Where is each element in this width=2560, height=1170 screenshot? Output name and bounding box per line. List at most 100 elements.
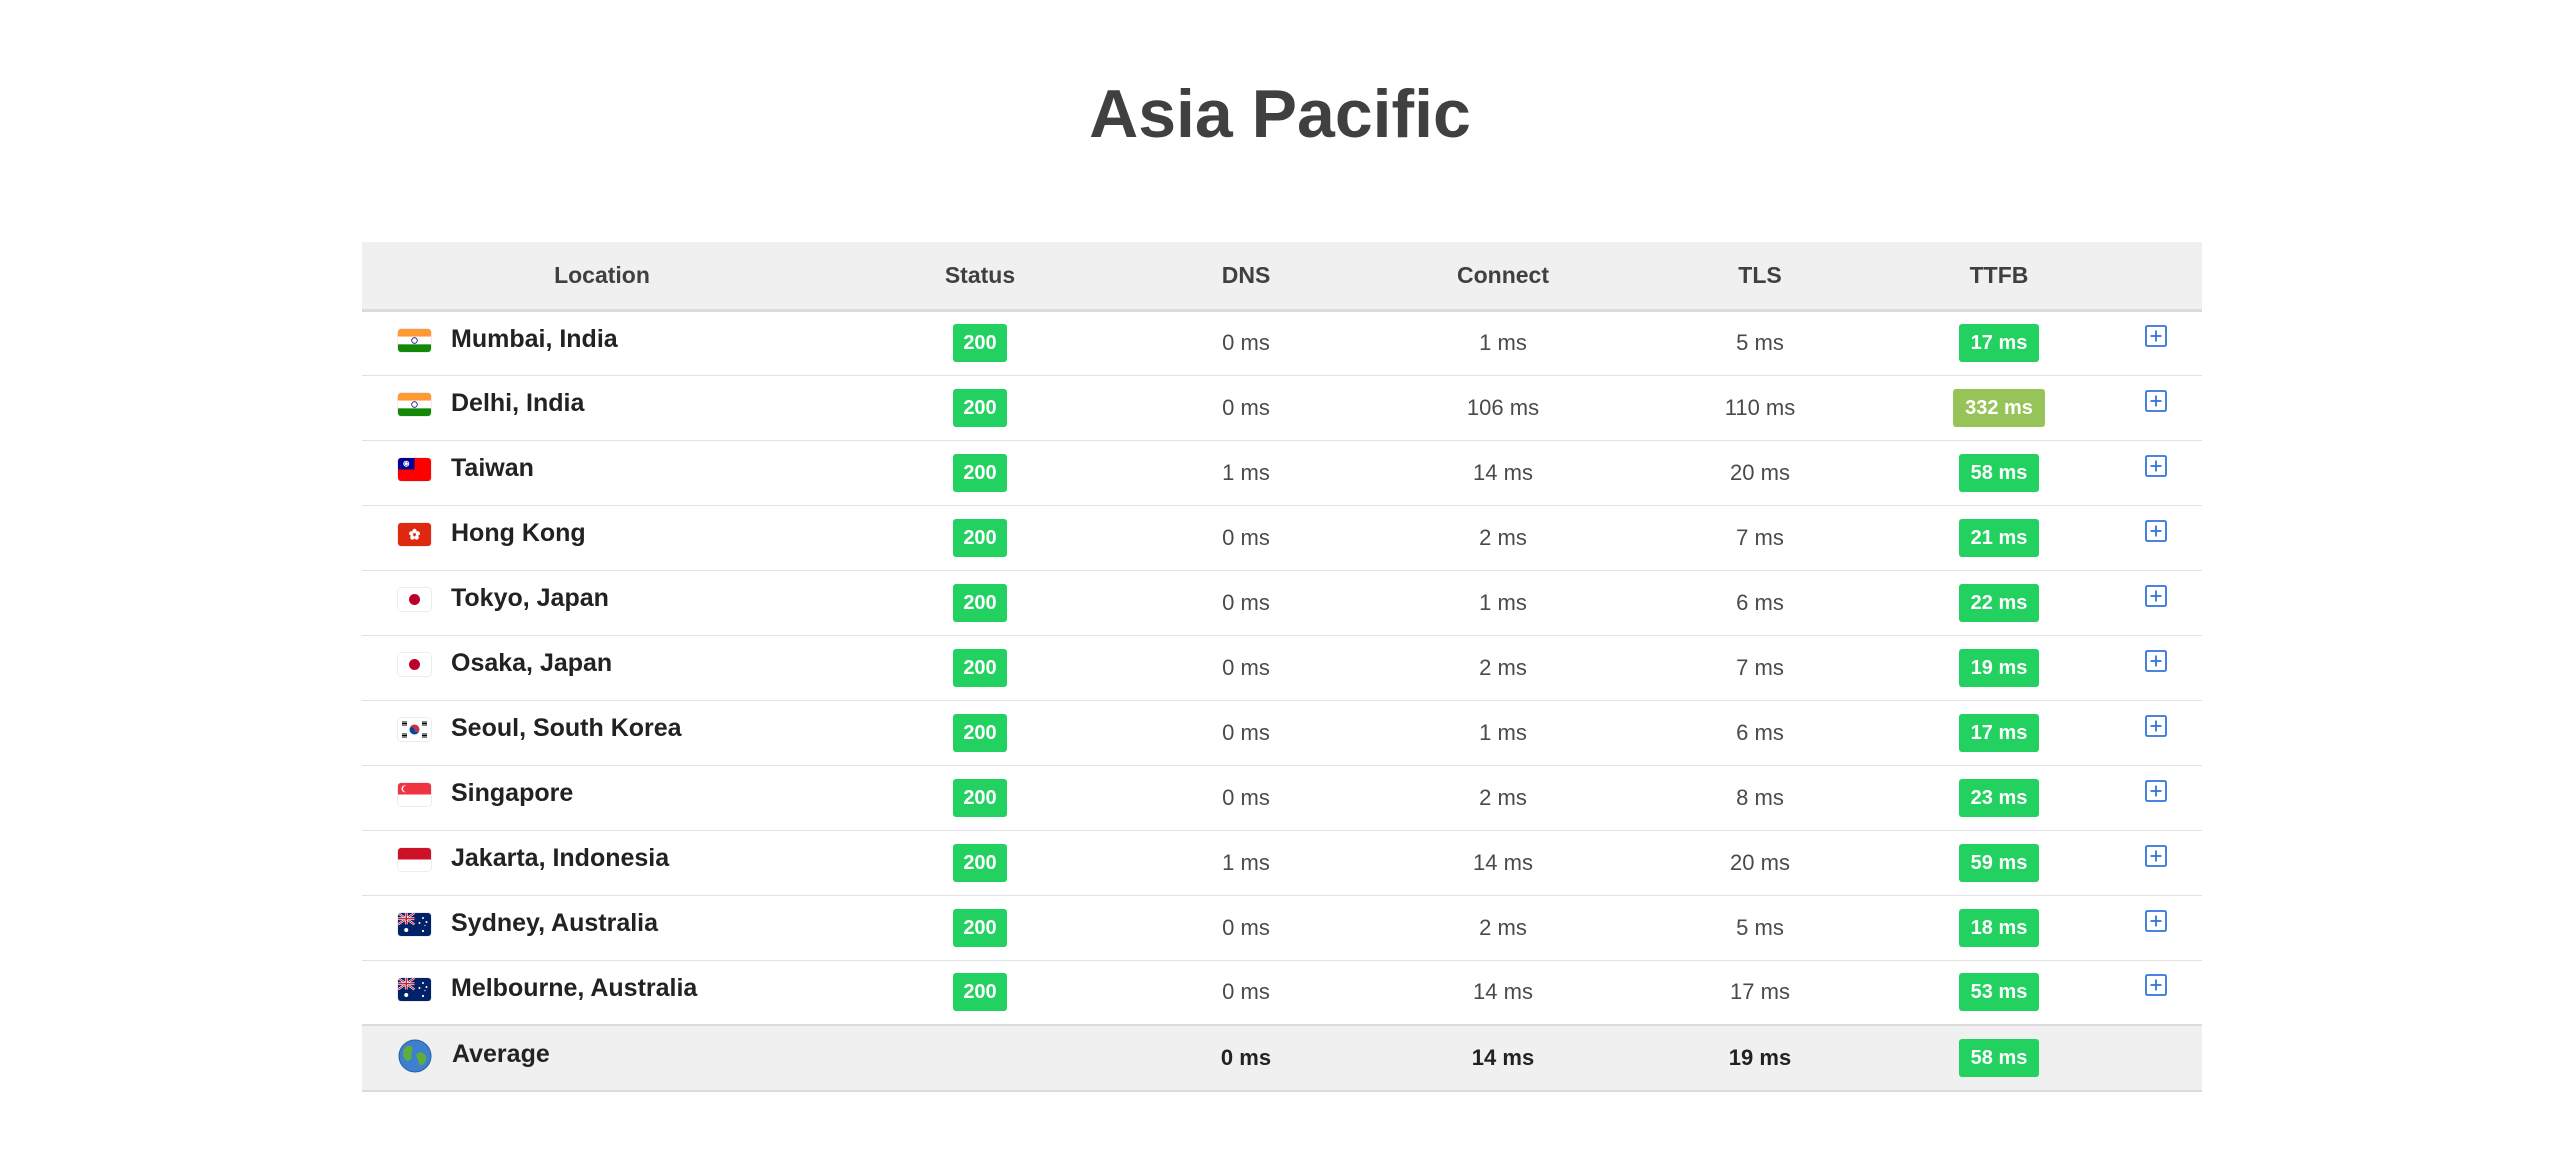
table-row: Mumbai, India 200 0 ms 1 ms 5 ms 17 ms [362, 310, 2202, 376]
expand-plus-icon[interactable] [2145, 909, 2167, 932]
average-tls: 19 ms [1632, 1024, 1888, 1092]
location-column-header: Location [362, 242, 842, 312]
expand-plus-icon[interactable] [2145, 454, 2167, 477]
status-column-header: Status [842, 242, 1118, 312]
status-badge: 200 [953, 388, 1007, 427]
tls-value: 110 ms [1632, 375, 1888, 441]
tls-value: 5 ms [1632, 895, 1888, 961]
connect-value: 106 ms [1374, 375, 1632, 441]
ttfb-cell: 22 ms [1888, 570, 2110, 636]
results-table: Location Status DNS Connect TLS TTFB Mum… [362, 242, 2202, 1092]
table-row: Tokyo, Japan 200 0 ms 1 ms 6 ms 22 ms [362, 570, 2202, 636]
dns-column-header: DNS [1118, 242, 1374, 312]
expand-cell [2110, 505, 2202, 571]
expand-plus-icon[interactable] [2145, 584, 2167, 607]
table-row: Osaka, Japan 200 0 ms 2 ms 7 ms 19 ms [362, 635, 2202, 701]
dns-value: 0 ms [1118, 375, 1374, 441]
average-ttfb-badge: 58 ms [1958, 1039, 2040, 1077]
table-row: Jakarta, Indonesia 200 1 ms 14 ms 20 ms 59 ms [362, 830, 2202, 896]
average-ttfb-cell: 58 ms [1888, 1024, 2110, 1092]
ttfb-badge: 17 ms [1958, 713, 2040, 752]
expand-plus-icon[interactable] [2145, 844, 2167, 867]
table-body: Mumbai, India 200 0 ms 1 ms 5 ms 17 ms Delhi, … [362, 310, 2202, 1026]
ttfb-badge: 22 ms [1958, 583, 2040, 622]
status-cell: 200 [842, 635, 1118, 701]
hong-kong-flag-icon [398, 523, 431, 546]
expand-cell [2110, 375, 2202, 441]
location-name: Tokyo, Japan [451, 584, 609, 612]
connect-value: 14 ms [1374, 440, 1632, 506]
table-row: Singapore 200 0 ms 2 ms 8 ms 23 ms [362, 765, 2202, 831]
tls-value: 20 ms [1632, 830, 1888, 896]
average-location-cell: Average [362, 1024, 842, 1092]
ttfb-cell: 17 ms [1888, 310, 2110, 376]
status-cell: 200 [842, 700, 1118, 766]
table-row: Taiwan 200 1 ms 14 ms 20 ms 58 ms [362, 440, 2202, 506]
ttfb-cell: 17 ms [1888, 700, 2110, 766]
tls-value: 7 ms [1632, 505, 1888, 571]
ttfb-badge: 23 ms [1958, 778, 2040, 817]
location-name: Melbourne, Australia [451, 973, 698, 1002]
expand-cell [2110, 440, 2202, 506]
expand-cell [2110, 830, 2202, 896]
location-name: Sydney, Australia [451, 909, 659, 937]
location-name: Seoul, South Korea [451, 714, 682, 742]
dns-value: 0 ms [1118, 310, 1374, 376]
australia-flag-icon [398, 913, 431, 936]
expand-plus-icon[interactable] [2145, 779, 2167, 802]
location-cell: Jakarta, Indonesia [362, 830, 842, 896]
expand-plus-icon[interactable] [2145, 649, 2167, 672]
india-flag-icon [398, 328, 431, 352]
dns-value: 1 ms [1118, 830, 1374, 896]
status-badge: 200 [953, 713, 1007, 752]
location-name: Singapore [451, 779, 574, 807]
expand-plus-icon[interactable] [2145, 519, 2167, 542]
page-title: Asia Pacific [1089, 76, 1471, 152]
table-row: Seoul, South Korea 200 0 ms 1 ms 6 ms 17 ms [362, 700, 2202, 766]
status-badge: 200 [953, 908, 1007, 947]
average-dns: 0 ms [1118, 1024, 1374, 1092]
status-cell: 200 [842, 765, 1118, 831]
dns-value: 0 ms [1118, 635, 1374, 701]
expand-plus-icon[interactable] [2145, 325, 2167, 347]
status-cell: 200 [842, 895, 1118, 961]
ttfb-cell: 53 ms [1888, 960, 2110, 1026]
dns-value: 0 ms [1118, 960, 1374, 1026]
india-flag-icon [398, 393, 431, 416]
status-cell: 200 [842, 960, 1118, 1026]
location-cell: Singapore [362, 765, 842, 831]
expand-plus-icon[interactable] [2145, 974, 2167, 997]
average-status-cell [842, 1024, 1118, 1092]
connect-value: 2 ms [1374, 765, 1632, 831]
taiwan-flag-icon [398, 458, 431, 481]
status-badge: 200 [953, 778, 1007, 817]
location-cell: Osaka, Japan [362, 635, 842, 701]
ttfb-badge: 53 ms [1958, 973, 2040, 1012]
expand-plus-icon[interactable] [2145, 714, 2167, 737]
connect-value: 2 ms [1374, 635, 1632, 701]
location-name: Delhi, India [451, 389, 585, 417]
location-name: Taiwan [451, 454, 534, 482]
connect-column-header: Connect [1374, 242, 1632, 312]
dns-value: 0 ms [1118, 570, 1374, 636]
location-cell: Seoul, South Korea [362, 700, 842, 766]
expand-cell [2110, 960, 2202, 1026]
location-cell: Mumbai, India [362, 310, 842, 376]
tls-value: 17 ms [1632, 960, 1888, 1026]
ttfb-cell: 19 ms [1888, 635, 2110, 701]
connect-value: 14 ms [1374, 830, 1632, 896]
ttfb-badge: 21 ms [1958, 518, 2040, 557]
south-korea-flag-icon [398, 718, 431, 741]
ttfb-badge: 59 ms [1958, 843, 2040, 882]
expand-cell [2110, 765, 2202, 831]
table-row: Sydney, Australia 200 0 ms 2 ms 5 ms 18 ms [362, 895, 2202, 961]
ttfb-column-header: TTFB [1888, 242, 2110, 312]
dns-value: 1 ms [1118, 440, 1374, 506]
status-badge: 200 [953, 973, 1007, 1012]
ttfb-cell: 58 ms [1888, 440, 2110, 506]
ttfb-cell: 59 ms [1888, 830, 2110, 896]
tls-value: 6 ms [1632, 700, 1888, 766]
expand-plus-icon[interactable] [2145, 389, 2167, 412]
dns-value: 0 ms [1118, 700, 1374, 766]
connect-value: 14 ms [1374, 960, 1632, 1026]
